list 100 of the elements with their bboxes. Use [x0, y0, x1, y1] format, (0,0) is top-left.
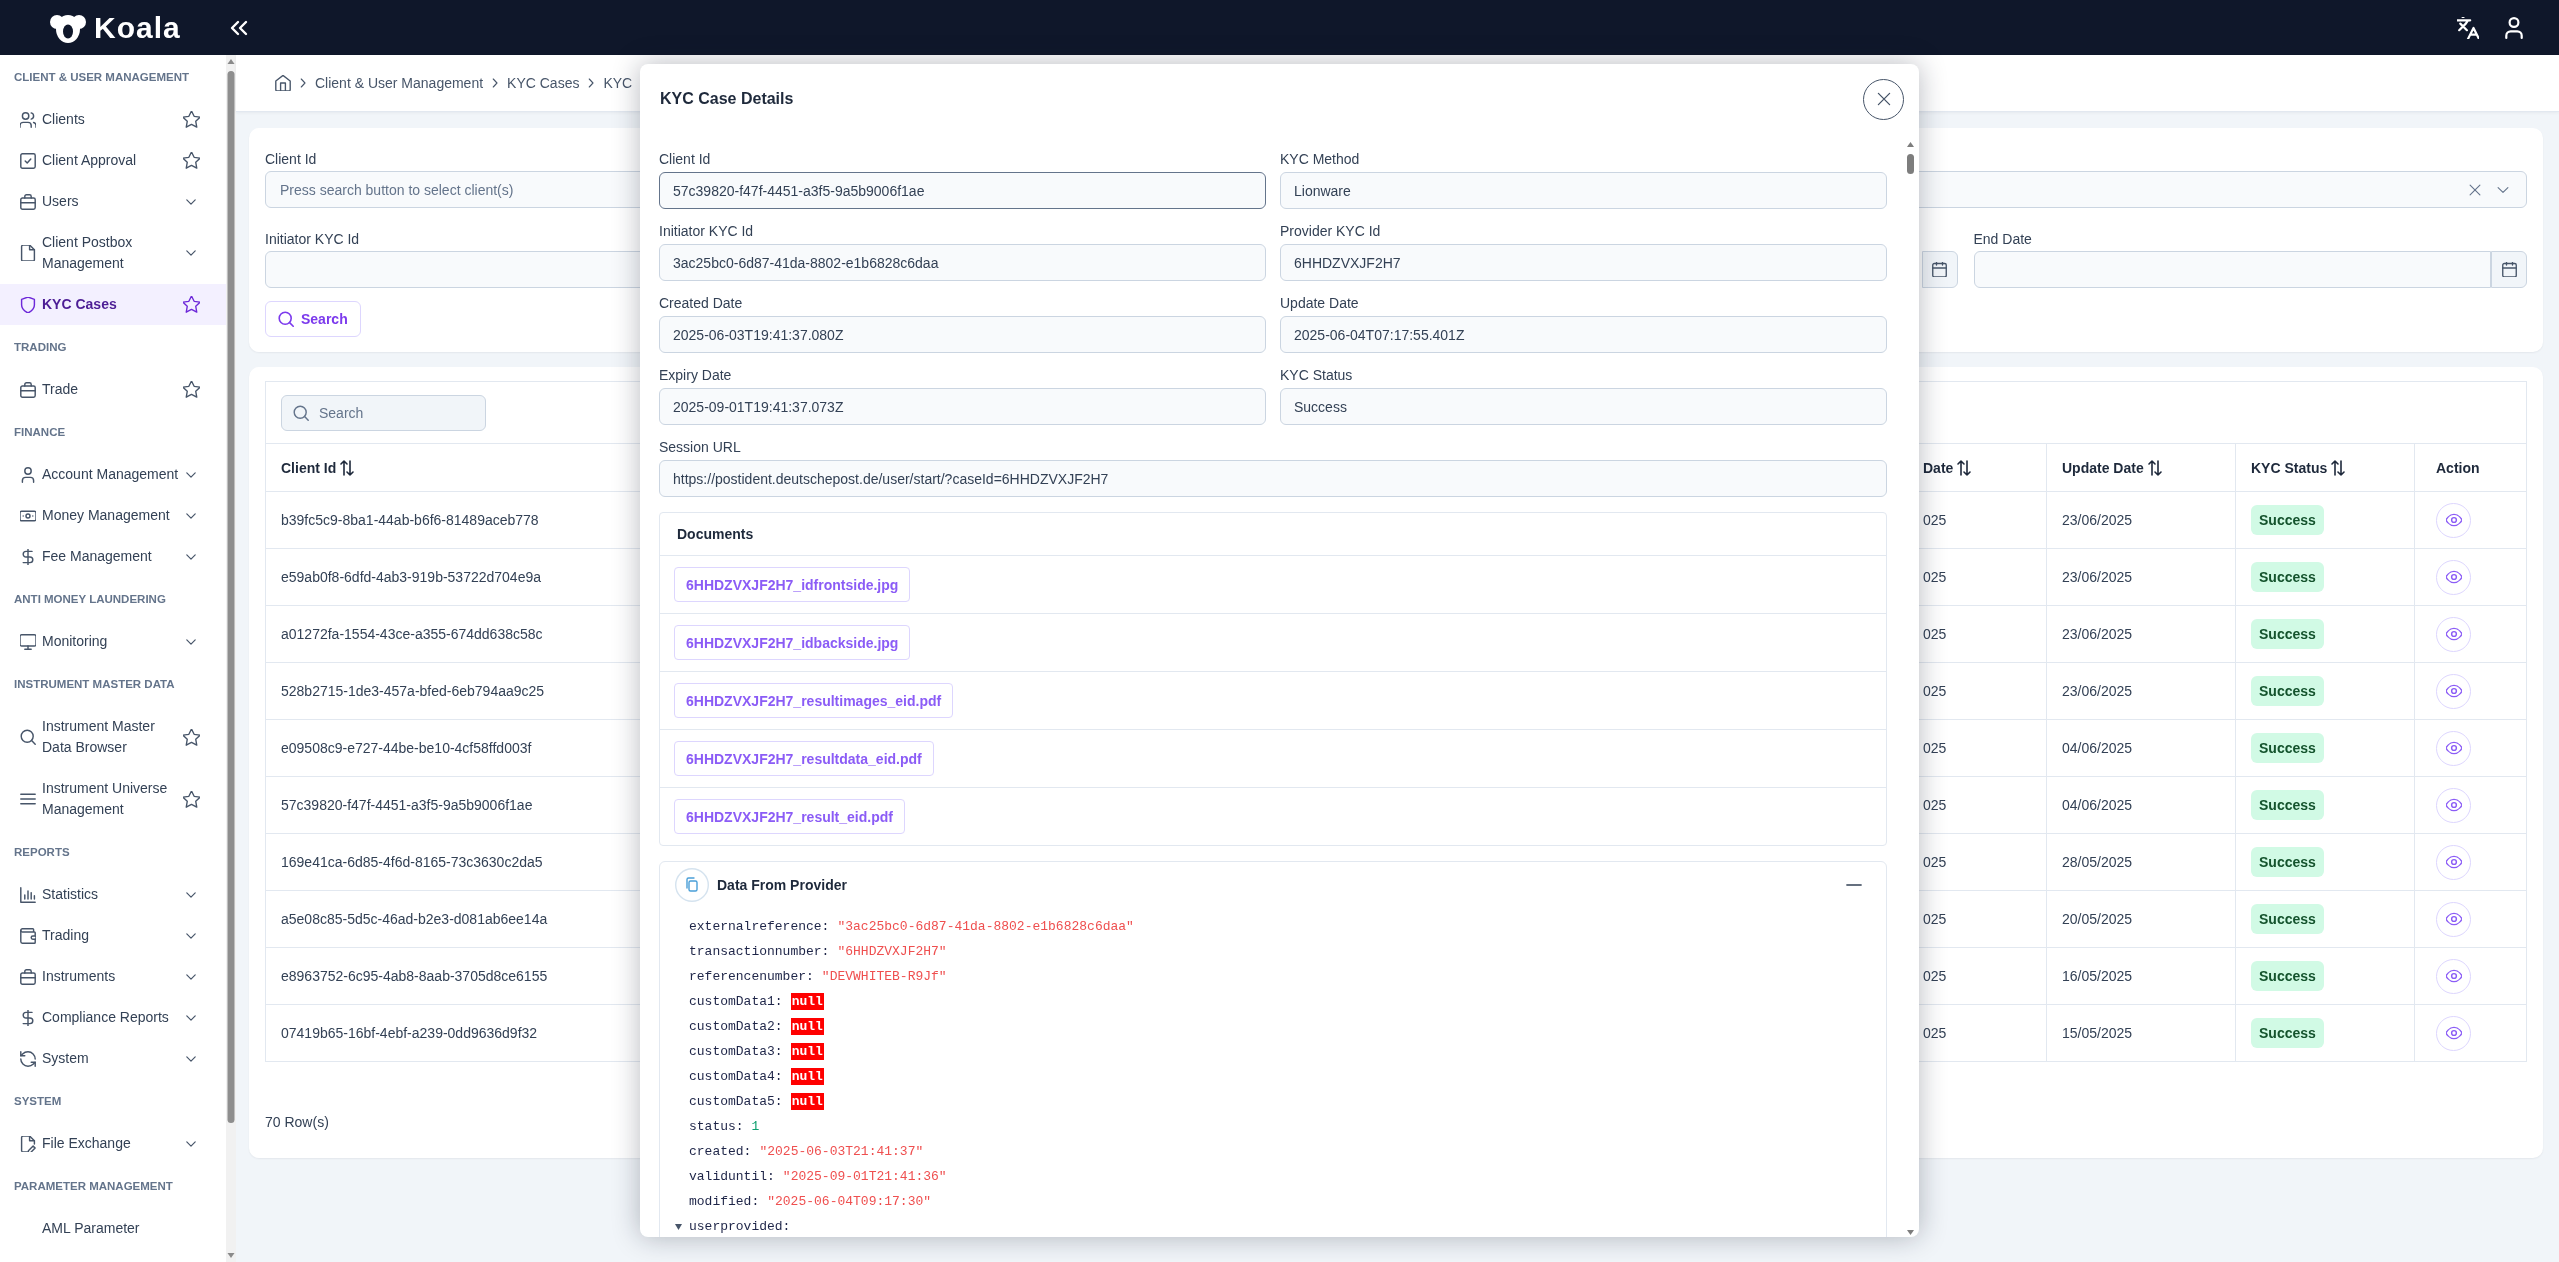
status-badge: Success: [2251, 505, 2324, 535]
date-field[interactable]: [1973, 251, 2491, 288]
scrollbar[interactable]: [1906, 140, 1915, 1237]
breadcrumb-link[interactable]: KYC: [603, 75, 633, 91]
text-field[interactable]: 6HHDZVXJF2H7: [1280, 244, 1887, 281]
user-icon[interactable]: [2503, 16, 2525, 39]
star-icon: [182, 790, 200, 808]
view-button[interactable]: [2436, 787, 2471, 823]
sidebar-item[interactable]: Account Management: [0, 454, 226, 495]
sort-icon[interactable]: [1957, 459, 1972, 476]
sidebar-item[interactable]: Trading: [0, 915, 226, 956]
sidebar-item[interactable]: System: [0, 1038, 226, 1079]
view-button[interactable]: [2436, 901, 2471, 937]
breadcrumb-link[interactable]: KYC Cases: [507, 75, 580, 91]
sidebar-item[interactable]: Money Management: [0, 495, 226, 536]
sort-icon[interactable]: [2147, 459, 2162, 476]
sidebar-item[interactable]: AML Parameter: [0, 1208, 226, 1249]
view-button[interactable]: [2436, 730, 2471, 766]
view-button[interactable]: [2436, 502, 2471, 538]
text-field[interactable]: 2025-06-03T19:41:37.080Z: [659, 316, 1266, 353]
table-cell-text: 025: [1922, 511, 1948, 530]
text-field[interactable]: https://postident.deutschepost.de/user/start/?caseId=6HHDZVXJF2H7: [659, 460, 1887, 497]
section-heading: CLIENT & USER MANAGEMENT: [13, 70, 191, 85]
sidebar-item[interactable]: Users: [0, 181, 226, 222]
json-value: "2025-06-04T09:17:30": [767, 1194, 932, 1209]
column-header[interactable]: Date: [1915, 444, 2046, 491]
search-icon: [293, 404, 309, 421]
table-cell-text: 025: [1922, 682, 1948, 701]
sidebar-item[interactable]: Instrument Universe Management: [0, 768, 226, 830]
search-button[interactable]: Search: [265, 301, 361, 337]
calendar-button[interactable]: [2491, 251, 2527, 288]
document-link[interactable]: 6HHDZVXJF2H7_resultimages_eid.pdf: [674, 683, 954, 718]
text-field[interactable]: 2025-06-04T07:17:55.401Z: [1280, 316, 1887, 353]
field-label: Expiry Date: [659, 366, 732, 385]
table-cell-text: 169e41ca-6d85-4f6d-8165-73c3630c2da5: [280, 853, 544, 872]
search-field[interactable]: Search: [281, 394, 486, 431]
document-link[interactable]: 6HHDZVXJF2H7_idfrontside.jpg: [674, 567, 911, 602]
column-header[interactable]: Client Id: [266, 444, 627, 491]
sidebar-item[interactable]: Clients: [0, 99, 226, 140]
json-key: referencenumber:: [689, 969, 814, 984]
sidebar-item[interactable]: File Exchange: [0, 1123, 226, 1164]
table-cell-text: e59ab0f8-6dfd-4ab3-919b-53722d704e9a: [280, 568, 542, 587]
sidebar-item[interactable]: KYC Cases: [0, 284, 226, 325]
sidebar-item[interactable]: Client Approval: [0, 140, 226, 181]
sort-icon[interactable]: [2331, 459, 2346, 476]
table-cell: 23/06/2025: [2046, 492, 2235, 548]
field-label: Provider KYC Id: [1280, 222, 1381, 241]
section-heading: PARAMETER MANAGEMENT: [13, 1179, 174, 1194]
translate-icon[interactable]: [2457, 16, 2479, 39]
table-cell: 15/05/2025: [2046, 1005, 2235, 1061]
file-edit-icon: [20, 1135, 36, 1152]
sidebar-item[interactable]: Compliance Reports: [0, 997, 226, 1038]
file-icon: [20, 245, 36, 261]
sidebar-item[interactable]: Statistics: [0, 874, 226, 915]
json-key: validuntil:: [689, 1169, 775, 1184]
home-icon[interactable]: [275, 75, 291, 91]
caret-down-icon[interactable]: [675, 1223, 682, 1230]
sidebar-item[interactable]: Trade: [0, 369, 226, 410]
text-field[interactable]: Lionware: [1280, 172, 1887, 209]
document-link[interactable]: 6HHDZVXJF2H7_resultdata_eid.pdf: [674, 741, 934, 776]
json-value: 1: [751, 1119, 760, 1134]
sidebar-item[interactable]: Instruments: [0, 956, 226, 997]
users-icon: [20, 111, 36, 128]
text-field[interactable]: 2025-09-01T19:41:37.073Z: [659, 388, 1266, 425]
view-button[interactable]: [2436, 559, 2471, 595]
document-link[interactable]: 6HHDZVXJF2H7_idbackside.jpg: [674, 625, 911, 660]
scrollbar[interactable]: [226, 55, 236, 1262]
text-field[interactable]: 3ac25bc0-6d87-41da-8802-e1b6828c6daa: [659, 244, 1266, 281]
text-field[interactable]: 57c39820-f47f-4451-a3f5-9a5b9006f1ae: [659, 172, 1266, 209]
text-field[interactable]: Success: [1280, 388, 1887, 425]
sort-icon[interactable]: [340, 459, 355, 476]
status-badge: Success: [2251, 676, 2324, 706]
wallet-icon: [20, 927, 36, 944]
section-heading: ANTI MONEY LAUNDERING: [13, 592, 167, 607]
copy-icon: [675, 868, 709, 902]
view-button[interactable]: [2436, 673, 2471, 709]
close-button[interactable]: [1863, 78, 1904, 120]
banknote-icon: [20, 507, 36, 524]
json-value: "3ac25bc0-6d87-41da-8802-e1b6828c6daa": [837, 919, 1134, 934]
row-count: 70 Row(s): [265, 1113, 329, 1132]
sidebar-item[interactable]: Fee Management: [0, 536, 226, 577]
eye-icon: [2445, 512, 2462, 528]
view-button[interactable]: [2436, 958, 2471, 994]
view-button[interactable]: [2436, 844, 2471, 880]
document-link[interactable]: 6HHDZVXJF2H7_result_eid.pdf: [674, 799, 905, 834]
calendar-button[interactable]: [1921, 251, 1958, 288]
column-header[interactable]: KYC Status: [2235, 444, 2414, 491]
section-heading: TRADING: [13, 340, 68, 355]
json-key: externalreference:: [689, 919, 830, 934]
sidebar-item[interactable]: Client Postbox Management: [0, 222, 226, 284]
breadcrumb-link[interactable]: Client & User Management: [315, 75, 484, 91]
sidebar-item[interactable]: Monitoring: [0, 621, 226, 662]
sidebar-item[interactable]: Instrument Master Data Browser: [0, 706, 226, 768]
close-icon[interactable]: [2468, 182, 2482, 197]
section-title: Documents: [677, 526, 754, 542]
view-button[interactable]: [2436, 1015, 2471, 1051]
column-header[interactable]: Update Date: [2046, 444, 2235, 491]
status-badge: Success: [2251, 562, 2324, 592]
table-cell-text: 025: [1922, 1024, 1948, 1043]
view-button[interactable]: [2436, 616, 2471, 652]
